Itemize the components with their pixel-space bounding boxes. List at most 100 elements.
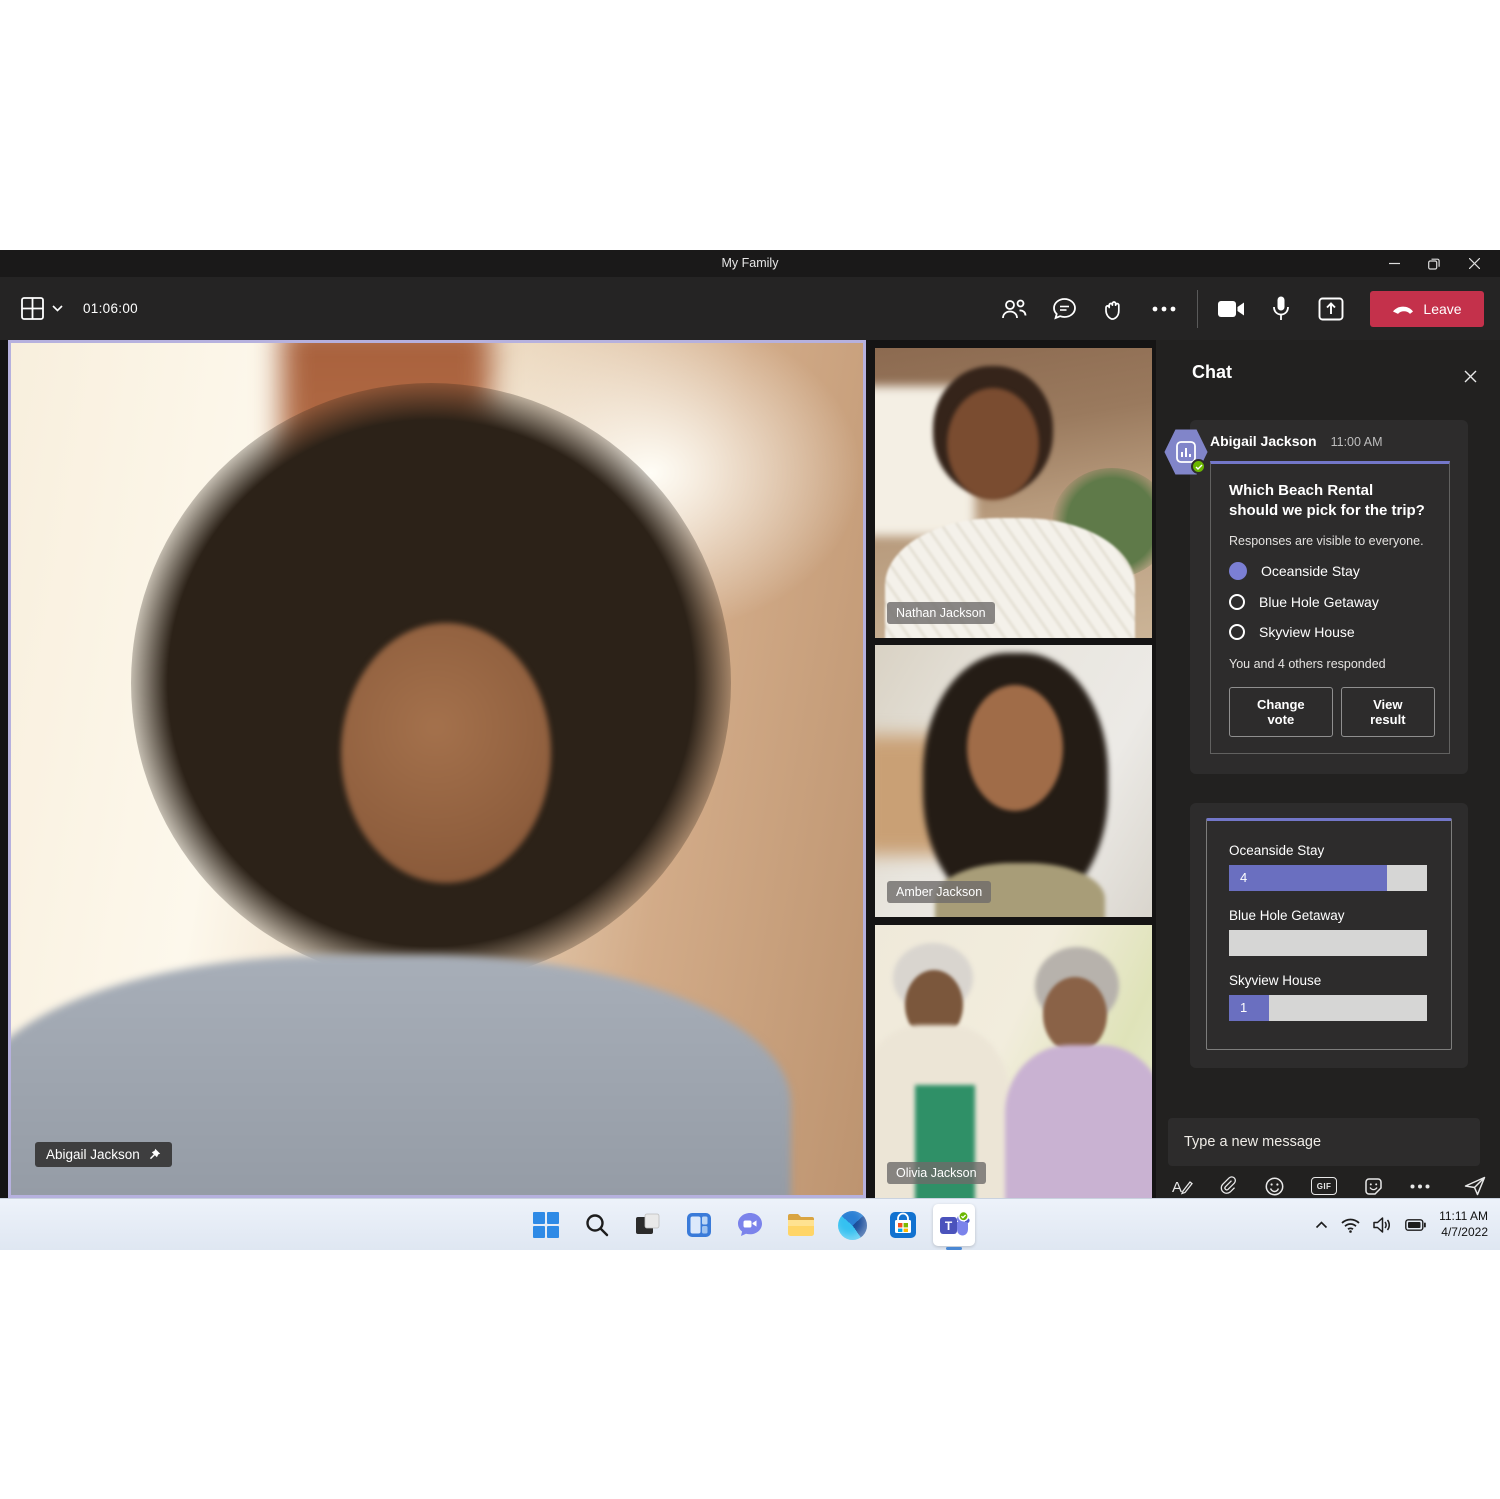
- participant-name-tag: Abigail Jackson: [35, 1142, 172, 1167]
- raise-hand-button[interactable]: [1089, 286, 1139, 332]
- poll-option-row[interactable]: Blue Hole Getaway: [1229, 593, 1435, 610]
- restore-button[interactable]: [1414, 250, 1454, 277]
- chat-bubble-icon: [1052, 297, 1076, 320]
- windows-taskbar: T 11:11 AM 4/7/2022: [0, 1198, 1500, 1250]
- participant-name: Olivia Jackson: [896, 1166, 977, 1180]
- more-actions-button[interactable]: [1139, 286, 1189, 332]
- search-button[interactable]: [576, 1204, 618, 1246]
- task-view-button[interactable]: [627, 1204, 669, 1246]
- close-icon: [1468, 258, 1480, 269]
- result-vote-count: 4: [1240, 870, 1248, 885]
- send-icon: [1464, 1176, 1486, 1196]
- video-person-silhouette: [1005, 1045, 1152, 1198]
- main-video-abigail[interactable]: Abigail Jackson: [8, 340, 866, 1198]
- wifi-icon[interactable]: [1341, 1218, 1360, 1233]
- poll-option-label: Blue Hole Getaway: [1259, 593, 1379, 610]
- minimize-button[interactable]: [1374, 250, 1414, 277]
- widgets-icon: [687, 1213, 711, 1237]
- chat-message-poll: Abigail Jackson 11:00 AM Which Beach Ren…: [1164, 420, 1468, 774]
- video-tile-amber[interactable]: Amber Jackson: [875, 645, 1152, 917]
- presence-available-icon: [1191, 459, 1206, 474]
- window-controls: [1374, 250, 1494, 277]
- poll-results-card: Oceanside Stay 4 Blue Hole Getaway Skyvi…: [1206, 818, 1452, 1050]
- more-icon: [1152, 306, 1176, 311]
- send-button[interactable]: [1464, 1176, 1486, 1196]
- pin-icon: [149, 1148, 161, 1160]
- result-option-label: Blue Hole Getaway: [1229, 908, 1345, 923]
- camera-icon: [1217, 300, 1244, 317]
- chat-close-button[interactable]: [1458, 364, 1482, 388]
- composer-more-button[interactable]: [1410, 1184, 1430, 1189]
- poll-radio-2[interactable]: [1229, 623, 1245, 640]
- taskbar-clock[interactable]: 11:11 AM 4/7/2022: [1439, 1209, 1488, 1240]
- toolbar-right-group: Leave: [989, 286, 1500, 332]
- participant-name: Abigail Jackson: [46, 1147, 140, 1162]
- file-explorer-button[interactable]: [780, 1204, 822, 1246]
- camera-button[interactable]: [1206, 286, 1256, 332]
- poll-option-label: Oceanside Stay: [1261, 562, 1360, 579]
- chat-app-button[interactable]: [729, 1204, 771, 1246]
- minimize-icon: [1388, 262, 1400, 265]
- result-bar-fill-2: 1: [1229, 995, 1269, 1021]
- format-button[interactable]: A: [1172, 1177, 1193, 1196]
- share-screen-button[interactable]: [1306, 286, 1356, 332]
- view-switcher-button[interactable]: [20, 286, 63, 332]
- poll-radio-0[interactable]: [1229, 561, 1247, 580]
- video-person-silhouette: [967, 685, 1063, 811]
- taskbar-icons: T: [525, 1204, 975, 1246]
- widgets-button[interactable]: [678, 1204, 720, 1246]
- tray-chevron-icon[interactable]: [1315, 1221, 1328, 1229]
- poll-buttons: Change vote View result: [1229, 686, 1435, 737]
- more-icon: [1410, 1184, 1430, 1188]
- chat-message-results: Oceanside Stay 4 Blue Hole Getaway Skyvi…: [1190, 803, 1468, 1068]
- meeting-stage: Abigail Jackson Nathan Jackson Amber Jac…: [0, 340, 1500, 1198]
- volume-icon[interactable]: [1373, 1217, 1392, 1233]
- poll-responded-text: You and 4 others responded: [1229, 656, 1386, 671]
- change-vote-button[interactable]: Change vote: [1229, 686, 1333, 737]
- participant-name-tag: Amber Jackson: [887, 881, 992, 903]
- video-person-silhouette: [341, 623, 551, 883]
- chat-toggle-button[interactable]: [1039, 286, 1089, 332]
- sticker-button[interactable]: [1364, 1177, 1383, 1196]
- edge-button[interactable]: [831, 1204, 873, 1246]
- leave-button[interactable]: Leave: [1370, 290, 1484, 327]
- mic-button[interactable]: [1256, 286, 1306, 332]
- emoji-button[interactable]: [1265, 1177, 1284, 1196]
- close-window-button[interactable]: [1454, 250, 1494, 277]
- result-row: Skyview House 1: [1229, 973, 1427, 1021]
- restore-icon: [1428, 258, 1440, 270]
- result-option-label: Skyview House: [1229, 973, 1322, 988]
- video-tile-nathan[interactable]: Nathan Jackson: [875, 348, 1152, 638]
- poll-option-row[interactable]: Skyview House: [1229, 623, 1435, 640]
- close-icon: [1464, 370, 1476, 382]
- store-button[interactable]: [882, 1204, 924, 1246]
- search-icon: [586, 1214, 609, 1237]
- chevron-down-icon: [52, 305, 63, 312]
- result-bar-track: [1229, 930, 1427, 956]
- battery-icon[interactable]: [1405, 1219, 1426, 1231]
- leave-label: Leave: [1423, 300, 1462, 317]
- video-tile-olivia[interactable]: Olivia Jackson: [875, 925, 1152, 1198]
- view-result-button[interactable]: View result: [1340, 686, 1435, 737]
- message-composer[interactable]: [1168, 1118, 1480, 1166]
- system-tray: 11:11 AM 4/7/2022: [1315, 1199, 1488, 1251]
- teams-icon: T: [940, 1210, 970, 1236]
- attach-button[interactable]: [1220, 1176, 1238, 1196]
- message-author: Abigail Jackson: [1210, 433, 1317, 449]
- message-input[interactable]: [1168, 1118, 1480, 1166]
- start-button[interactable]: [525, 1204, 567, 1246]
- poll-radio-1[interactable]: [1229, 593, 1245, 610]
- poll-option-row[interactable]: Oceanside Stay: [1229, 561, 1435, 580]
- result-row: Oceanside Stay 4: [1229, 843, 1427, 891]
- meeting-toolbar: 01:06:00 Leave: [0, 277, 1500, 340]
- toolbar-divider: [1197, 289, 1198, 328]
- gif-button[interactable]: GIF: [1311, 1177, 1337, 1195]
- teams-app-button[interactable]: T: [933, 1204, 975, 1246]
- participant-name: Amber Jackson: [896, 885, 983, 899]
- teams-window: My Family 01:06:00 Leave Abigail Jackson…: [0, 250, 1500, 1198]
- participants-button[interactable]: [989, 286, 1039, 332]
- svg-text:T: T: [945, 1219, 953, 1233]
- paperclip-icon: [1220, 1176, 1236, 1194]
- poll-card: Which Beach Rental should we pick for th…: [1210, 461, 1450, 754]
- result-vote-count: 1: [1240, 1000, 1248, 1015]
